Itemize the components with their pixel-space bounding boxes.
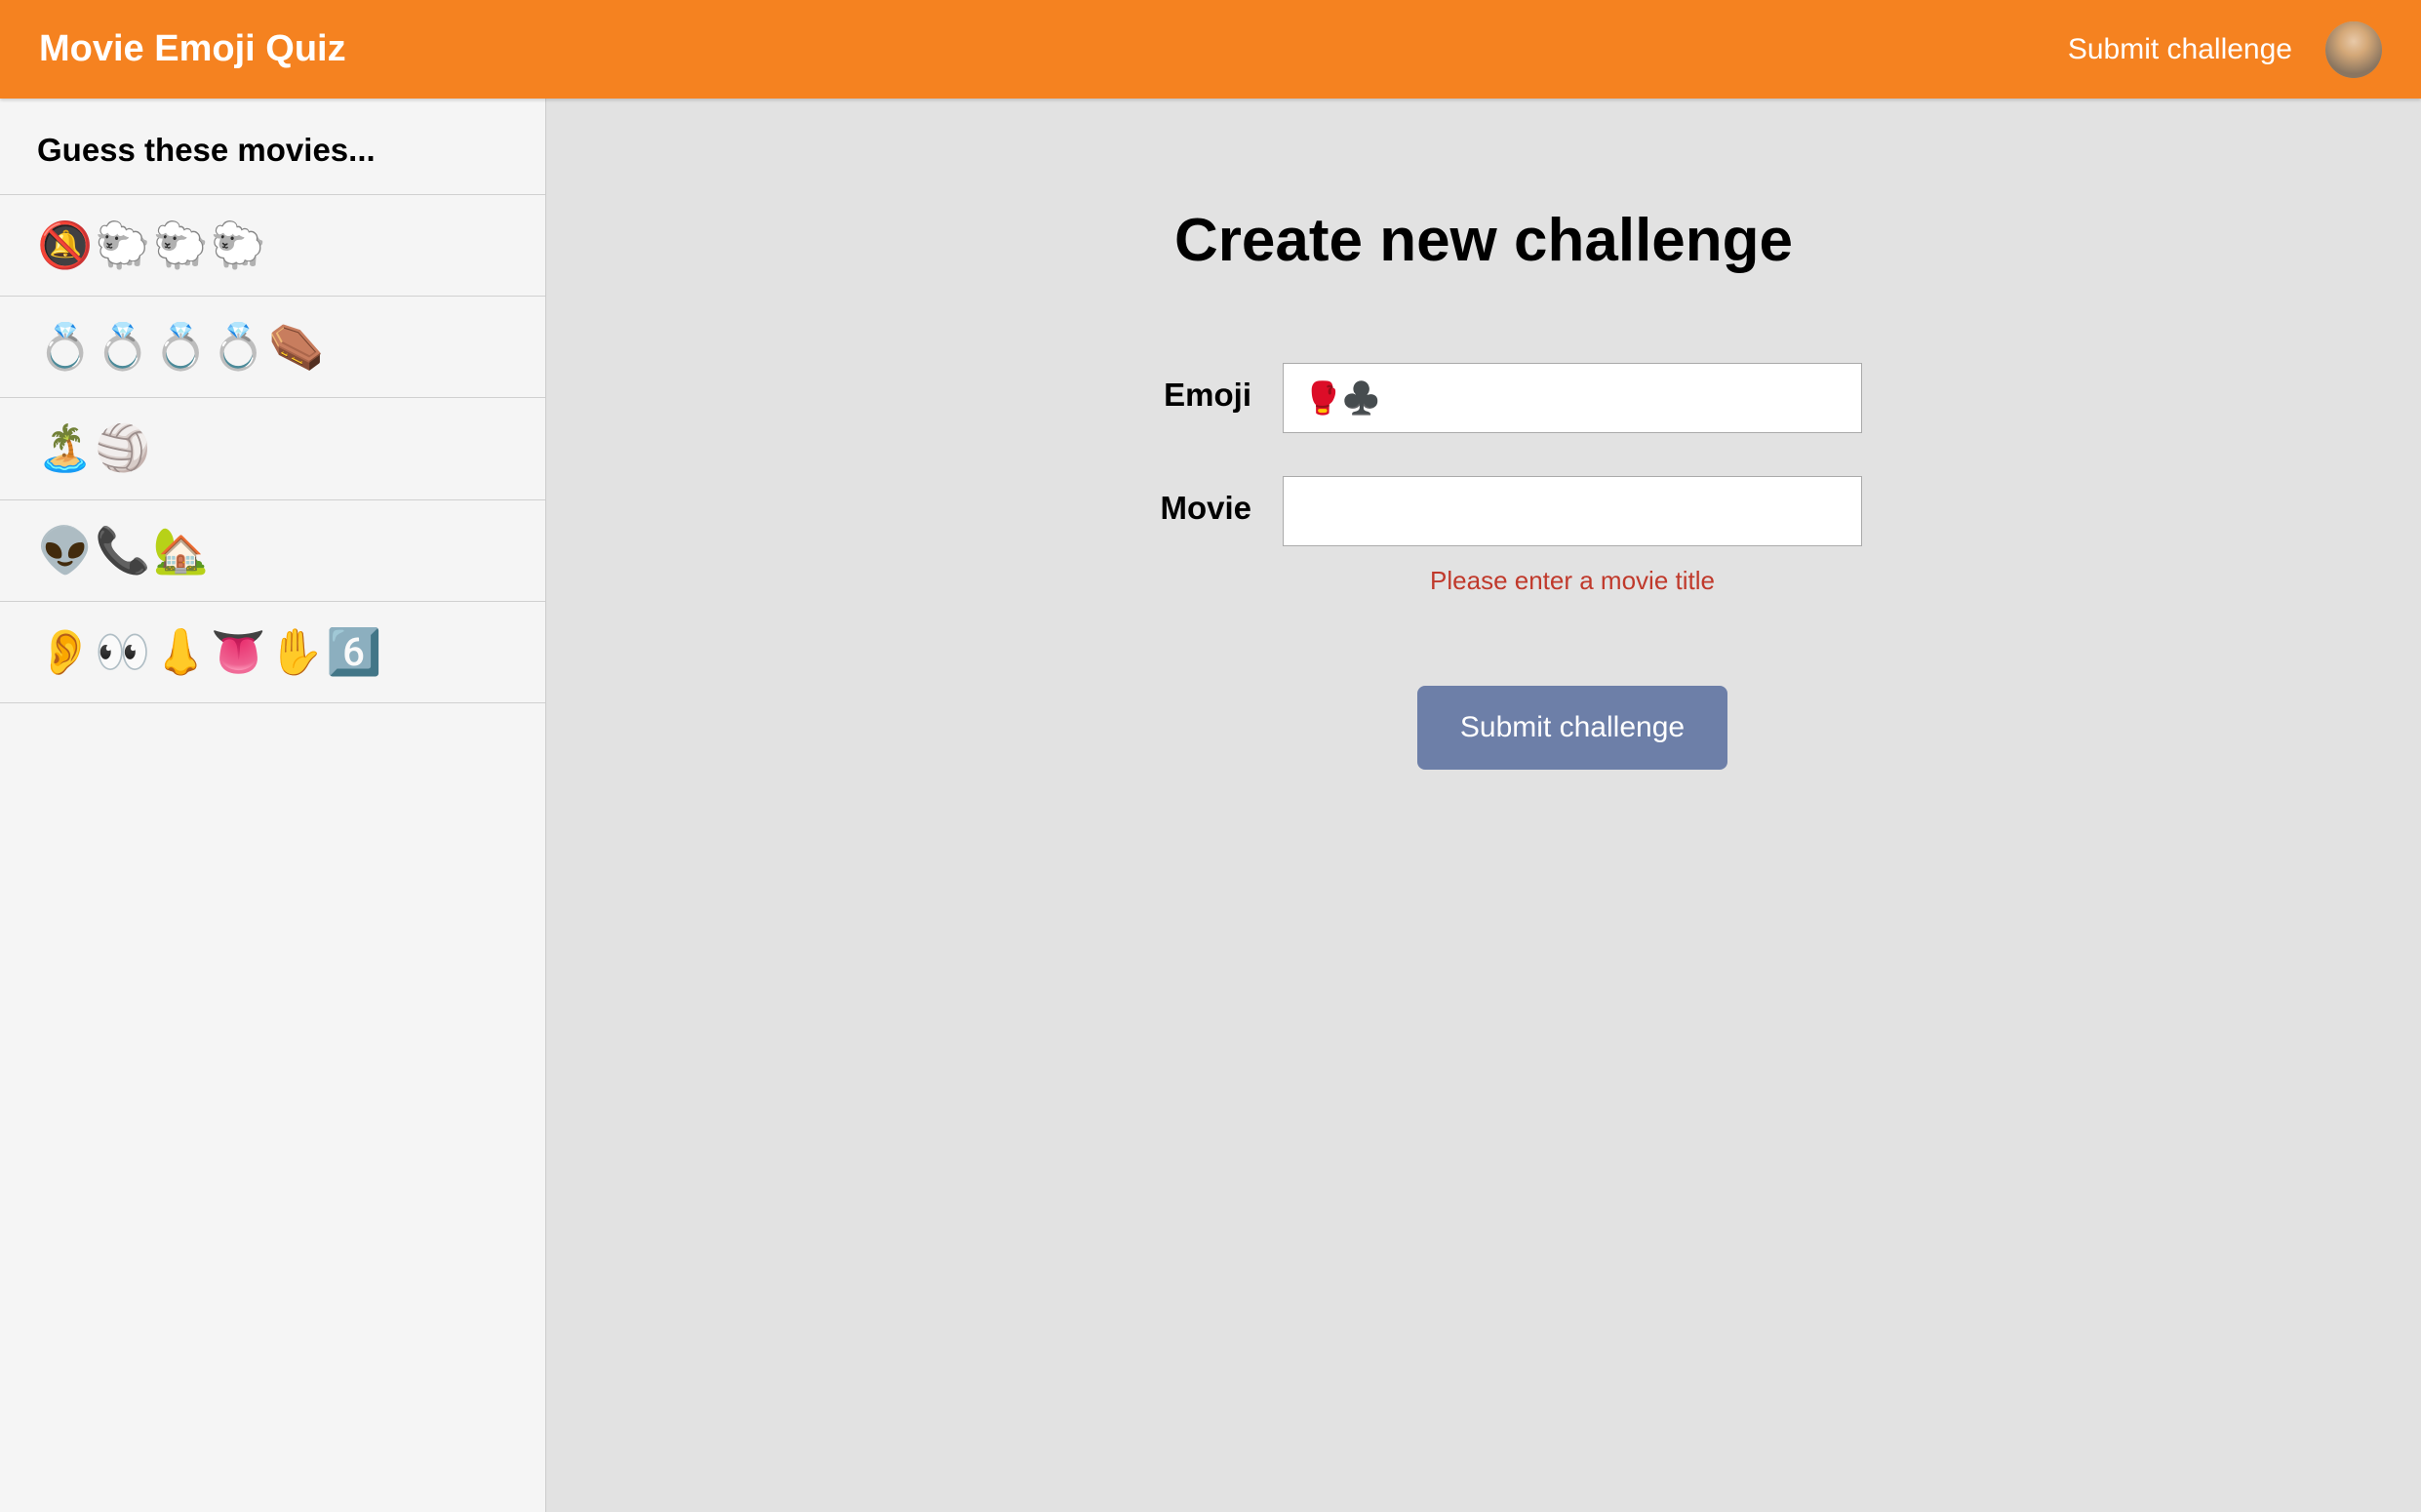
- header-right: Submit challenge: [2068, 21, 2382, 78]
- emoji-form-row: Emoji: [1105, 363, 1862, 433]
- app-title: Movie Emoji Quiz: [39, 28, 346, 70]
- submit-row: Submit challenge: [1283, 686, 1862, 770]
- emoji-label: Emoji: [1105, 363, 1251, 414]
- sidebar: Guess these movies... 🔕🐑🐑🐑 💍💍💍💍⚰️ 🏝️🏐 👽📞…: [0, 99, 546, 1512]
- submit-challenge-link[interactable]: Submit challenge: [2068, 33, 2292, 66]
- movie-list-item[interactable]: 🔕🐑🐑🐑: [0, 194, 545, 297]
- sidebar-heading: Guess these movies...: [0, 99, 545, 194]
- movie-error-message: Please enter a movie title: [1283, 566, 1862, 596]
- movie-input[interactable]: [1283, 476, 1862, 546]
- movie-list: 🔕🐑🐑🐑 💍💍💍💍⚰️ 🏝️🏐 👽📞🏡 👂👀👃👅✋6️⃣: [0, 194, 545, 703]
- page-title: Create new challenge: [1174, 206, 1793, 275]
- movie-list-item[interactable]: 👽📞🏡: [0, 500, 545, 602]
- movie-input-wrapper: Please enter a movie title: [1283, 476, 1862, 596]
- main-content: Create new challenge Emoji Movie Please …: [546, 99, 2421, 1512]
- app-header: Movie Emoji Quiz Submit challenge: [0, 0, 2421, 99]
- main-container: Guess these movies... 🔕🐑🐑🐑 💍💍💍💍⚰️ 🏝️🏐 👽📞…: [0, 99, 2421, 1512]
- movie-list-item[interactable]: 💍💍💍💍⚰️: [0, 297, 545, 398]
- submit-challenge-button[interactable]: Submit challenge: [1417, 686, 1727, 770]
- emoji-input[interactable]: [1283, 363, 1862, 433]
- movie-label: Movie: [1105, 476, 1251, 527]
- challenge-form: Emoji Movie Please enter a movie title S…: [1105, 363, 1862, 770]
- movie-list-item[interactable]: 👂👀👃👅✋6️⃣: [0, 602, 545, 703]
- movie-list-item[interactable]: 🏝️🏐: [0, 398, 545, 499]
- avatar-image: [2325, 21, 2382, 78]
- movie-form-row: Movie Please enter a movie title: [1105, 476, 1862, 596]
- emoji-input-wrapper: [1283, 363, 1862, 433]
- user-avatar[interactable]: [2325, 21, 2382, 78]
